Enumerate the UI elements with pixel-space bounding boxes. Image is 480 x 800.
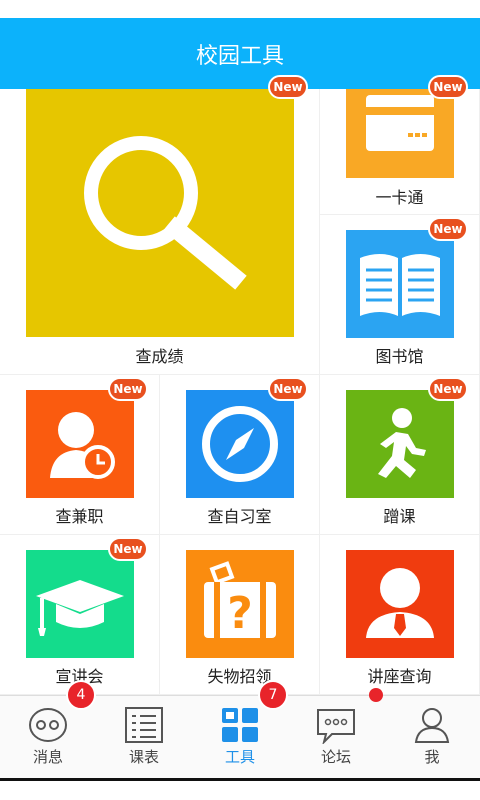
tool-grid: New 查成绩 New 一卡通 New 图书馆 New 查兼职 New 查自习室…: [0, 75, 480, 695]
tab-label: 消息: [32, 748, 63, 766]
tool-label: 查自习室: [207, 507, 272, 526]
tool-label: 蹭课: [383, 507, 416, 526]
new-badge: New: [108, 537, 148, 561]
forum-icon: [317, 709, 355, 744]
new-badge: New: [428, 217, 468, 241]
compass-icon: [202, 406, 278, 482]
part-time-jobs-tile: [26, 390, 134, 498]
tool-part-time-jobs[interactable]: New 查兼职: [0, 375, 160, 535]
tool-label: 查兼职: [55, 507, 104, 526]
svg-text:?: ?: [227, 588, 253, 639]
tab-me[interactable]: 我: [384, 696, 480, 781]
chat-face-icon: [29, 708, 67, 742]
lost-luggage-icon: ?: [204, 561, 276, 639]
new-badge: New: [268, 75, 308, 99]
tool-label: 失物招领: [207, 667, 272, 686]
new-badge: New: [428, 75, 468, 99]
career-talks-tile: [26, 550, 134, 658]
tool-library[interactable]: New 图书馆: [320, 215, 480, 375]
tab-label: 课表: [128, 748, 159, 766]
tool-label: 讲座查询: [367, 667, 432, 686]
tool-campus-card[interactable]: New 一卡通: [320, 75, 480, 215]
grid-icon: [222, 708, 258, 742]
audit-class-tile: [346, 390, 454, 498]
tool-label: 图书馆: [375, 347, 424, 366]
new-badge: New: [108, 377, 148, 401]
tool-label: 一卡通: [375, 188, 424, 207]
tool-lecture-search[interactable]: 讲座查询: [320, 535, 480, 695]
notification-dot: [369, 688, 383, 702]
query-grades-tile: [26, 89, 294, 337]
tab-label: 工具: [224, 748, 255, 766]
tool-lost-and-found[interactable]: ? 失物招领: [160, 535, 320, 695]
person-clock-icon: [50, 412, 115, 479]
tab-label: 论坛: [320, 748, 351, 766]
status-bar: [0, 0, 480, 18]
bottom-strip: [0, 781, 480, 800]
tool-audit-class[interactable]: New 蹭课: [320, 375, 480, 535]
tab-schedule[interactable]: 课表: [96, 696, 192, 781]
page-title: 校园工具: [0, 18, 480, 89]
messages-count-badge: 4: [66, 680, 96, 710]
lost-and-found-tile: ?: [186, 550, 294, 658]
campus-card-tile: [346, 89, 454, 178]
new-badge: New: [428, 377, 468, 401]
tool-query-grades[interactable]: New 查成绩: [0, 75, 320, 375]
tools-count-badge: 7: [258, 680, 288, 710]
tab-forum[interactable]: 论坛: [288, 696, 384, 781]
tab-label: 我: [424, 748, 440, 766]
bottom-tab-bar: 消息 课表 工具 论坛 我 4 7: [0, 680, 480, 781]
card-icon: [366, 95, 434, 151]
running-man-icon: [378, 408, 426, 478]
profile-icon: [414, 708, 450, 743]
lecture-search-tile: [346, 550, 454, 658]
study-room-tile: [186, 390, 294, 498]
tool-career-talks[interactable]: New 宣讲会: [0, 535, 160, 695]
graduation-cap-icon: [36, 580, 124, 636]
book-icon: [360, 254, 440, 316]
tool-label: 查成绩: [135, 347, 184, 366]
search-icon: [84, 136, 247, 290]
new-badge: New: [268, 377, 308, 401]
library-tile: [346, 230, 454, 338]
schedule-icon: [125, 707, 163, 743]
tool-study-room[interactable]: New 查自习室: [160, 375, 320, 535]
lecturer-icon: [366, 568, 434, 638]
